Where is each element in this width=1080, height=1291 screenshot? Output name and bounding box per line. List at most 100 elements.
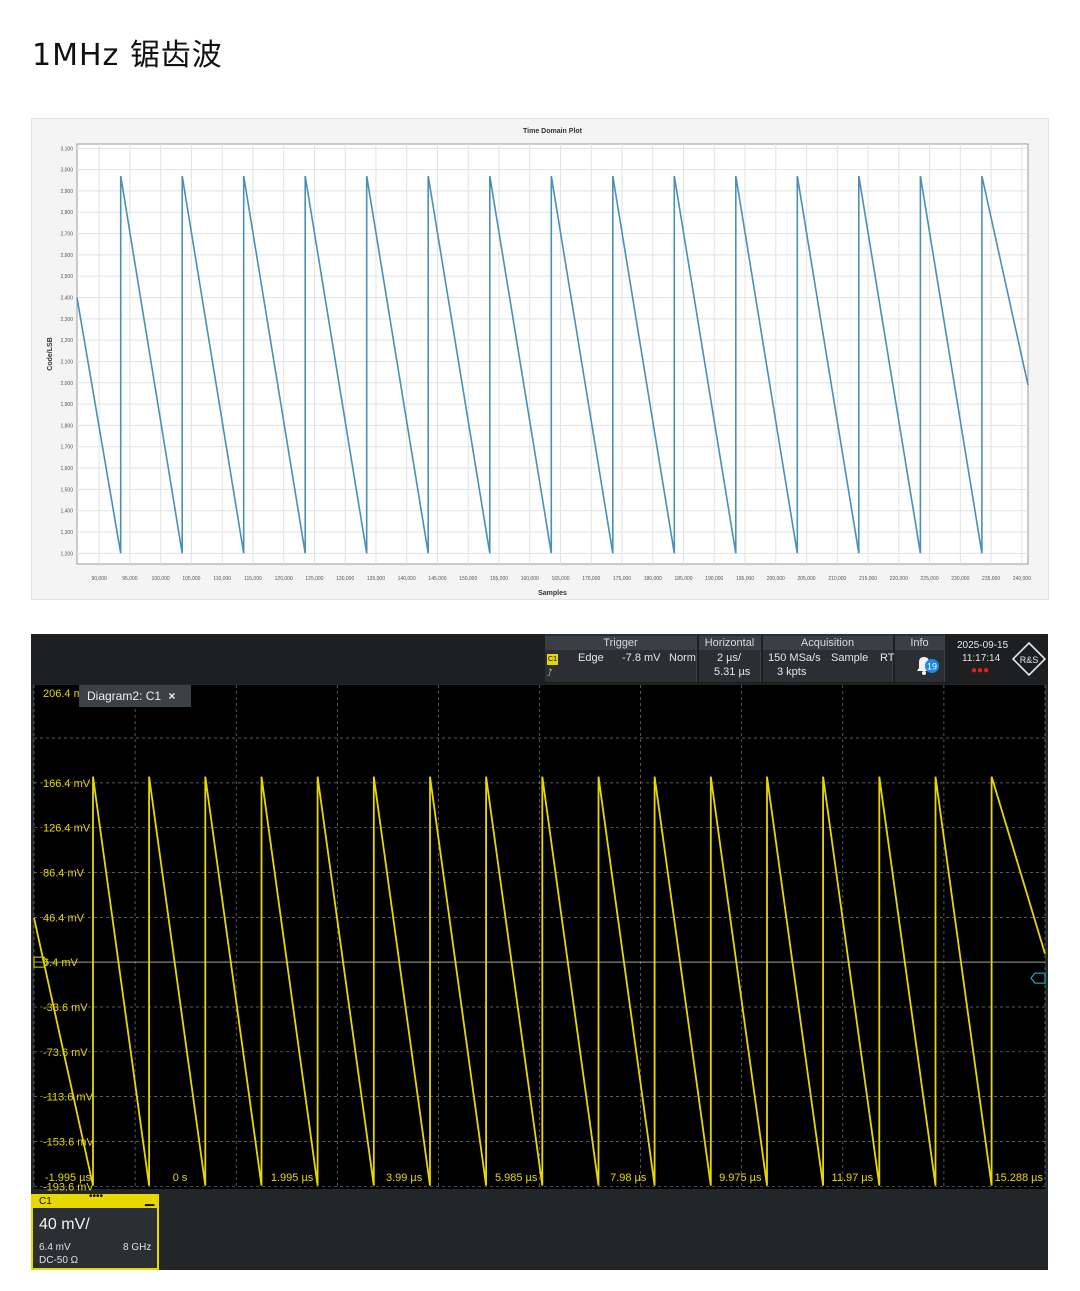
y-tick-label: 3,000 bbox=[60, 168, 73, 174]
x-tick-label: 205,000 bbox=[798, 576, 816, 582]
x-tick-label: 105,000 bbox=[182, 576, 200, 582]
y-tick-label: 1,700 bbox=[60, 445, 73, 451]
x-tick-label: 200,000 bbox=[767, 576, 785, 582]
x-tick-label: 175,000 bbox=[613, 576, 631, 582]
trigger-title: Trigger bbox=[545, 636, 696, 650]
y-tick-label: 6.4 mV bbox=[43, 957, 79, 969]
sample-rate: 150 MSa/s bbox=[768, 652, 821, 664]
acquisition-panel[interactable]: Acquisition 150 MSa/s Sample RT 3 kpts bbox=[763, 634, 895, 682]
x-tick-label: 7.98 µs bbox=[610, 1172, 647, 1184]
y-tick-label: 2,400 bbox=[60, 296, 73, 302]
x-axis-label: Samples bbox=[538, 590, 567, 597]
x-tick-label: 15.288 µs bbox=[994, 1172, 1043, 1184]
channel-offset: 6.4 mV bbox=[39, 1242, 71, 1253]
channel-c1-panel[interactable]: C1 •••• ▁ 40 mV/ 6.4 mV 8 GHz DC-50 Ω bbox=[31, 1191, 159, 1270]
x-tick-label: 0 s bbox=[173, 1172, 188, 1184]
y-tick-label: 2,200 bbox=[60, 338, 73, 344]
horizontal-panel[interactable]: Horizontal 2 µs/ 5.31 µs bbox=[699, 634, 761, 682]
rs-logo-text: R&S bbox=[1020, 655, 1039, 665]
x-tick-label: 235,000 bbox=[982, 576, 1000, 582]
channel-vertical-scale: 40 mV/ bbox=[39, 1216, 90, 1233]
channel-coupling: DC-50 Ω bbox=[39, 1255, 79, 1266]
x-tick-label: 130,000 bbox=[336, 576, 354, 582]
y-tick-label: 2,300 bbox=[60, 317, 73, 323]
chart-title: Time Domain Plot bbox=[523, 128, 583, 135]
x-tick-label: 170,000 bbox=[582, 576, 600, 582]
acquisition-rt: RT bbox=[880, 652, 895, 664]
time-domain-plot-svg: 90,000 95,000 100,000 105,000 110,000 115,000… bbox=[47, 128, 1031, 597]
y-tick-label: 166.4 mV bbox=[43, 778, 91, 790]
y-tick-label: -113.6 mV bbox=[43, 1092, 94, 1104]
y-tick-label: -33.6 mV bbox=[43, 1002, 88, 1014]
x-tick-label: 95,000 bbox=[122, 576, 138, 582]
y-tick-label: 1,600 bbox=[60, 466, 73, 472]
acquisition-title: Acquisition bbox=[763, 636, 892, 650]
y-tick-label: 2,000 bbox=[60, 381, 73, 387]
record-length: 3 kpts bbox=[777, 666, 807, 678]
x-tick-label: 210,000 bbox=[828, 576, 846, 582]
minimize-icon[interactable]: ▁ bbox=[145, 1192, 154, 1206]
x-tick-label: -1.995 µs bbox=[45, 1172, 92, 1184]
tab-diagram2[interactable]: Diagram2: C1 × bbox=[79, 685, 191, 707]
horizontal-position: 5.31 µs bbox=[714, 666, 751, 678]
y-tick-label: 86.4 mV bbox=[43, 868, 85, 880]
x-tick-label: 185,000 bbox=[674, 576, 692, 582]
x-tick-label: 9.975 µs bbox=[719, 1172, 762, 1184]
x-tick-label: 125,000 bbox=[305, 576, 323, 582]
x-tick-label: 225,000 bbox=[921, 576, 939, 582]
x-tick-label: 150,000 bbox=[459, 576, 477, 582]
x-tick-label: 135,000 bbox=[367, 576, 385, 582]
x-tick-label: 5.985 µs bbox=[495, 1172, 538, 1184]
y-tick-label: 2,500 bbox=[60, 274, 73, 280]
channel-bandwidth: 8 GHz bbox=[123, 1242, 152, 1253]
plot-area bbox=[76, 143, 1029, 565]
y-axis-label: Code/LSB bbox=[47, 337, 54, 370]
x-tick-label: 90,000 bbox=[91, 576, 107, 582]
x-tick-label: 215,000 bbox=[859, 576, 877, 582]
x-tick-label: 115,000 bbox=[244, 576, 262, 582]
y-tick-label: 2,700 bbox=[60, 232, 73, 238]
x-tick-label: 11.97 µs bbox=[832, 1172, 874, 1184]
scope-display-svg: 206.4 mV166.4 mV126.4 mV86.4 mV46.4 mV6.… bbox=[33, 685, 1046, 1193]
y-tick-label: 1,400 bbox=[60, 509, 73, 515]
x-tick-label: 140,000 bbox=[398, 576, 416, 582]
scope-time: 11:17:14 bbox=[962, 653, 1001, 664]
trigger-mode: Norm bbox=[669, 652, 696, 664]
diagram-tab-label: Diagram2: C1 bbox=[87, 689, 162, 703]
horizontal-title: Horizontal bbox=[699, 636, 760, 650]
x-tick-label: 155,000 bbox=[490, 576, 508, 582]
x-tick-label: 240,000 bbox=[1013, 576, 1031, 582]
x-tick-label: 145,000 bbox=[428, 576, 446, 582]
close-icon[interactable]: × bbox=[168, 689, 175, 703]
y-tick-label: 3,100 bbox=[60, 146, 73, 152]
x-tick-label: 120,000 bbox=[275, 576, 293, 582]
x-tick-label: 110,000 bbox=[213, 576, 231, 582]
y-tick-label: 46.4 mV bbox=[43, 912, 85, 924]
x-tick-label: 230,000 bbox=[951, 576, 969, 582]
rs-logo-icon: R&S bbox=[1012, 642, 1046, 676]
scope-date: 2025-09-15 bbox=[957, 640, 1009, 651]
x-tick-label: 165,000 bbox=[551, 576, 569, 582]
trigger-channel-badge: C1 bbox=[547, 654, 558, 665]
y-tick-label: 1,800 bbox=[60, 423, 73, 429]
y-tick-label: 2,800 bbox=[60, 210, 73, 216]
y-tick-label: 1,200 bbox=[60, 551, 73, 557]
y-tick-label: 1,900 bbox=[60, 402, 73, 408]
trigger-type: Edge bbox=[578, 652, 604, 664]
acquisition-mode: Sample bbox=[831, 652, 869, 664]
trigger-edge-icon: ⭜ bbox=[547, 668, 553, 679]
drag-handle-icon[interactable]: •••• bbox=[89, 1191, 103, 1202]
y-tick-label: 1,500 bbox=[60, 487, 73, 493]
x-tick-label: 180,000 bbox=[644, 576, 662, 582]
y-tick-label: 2,100 bbox=[60, 359, 73, 365]
y-tick-label: 1,300 bbox=[60, 530, 73, 536]
time-domain-plot: 90,000 95,000 100,000 105,000 110,000 115,000… bbox=[31, 118, 1049, 600]
y-tick-label: 2,900 bbox=[60, 189, 73, 195]
page-title: 1MHz 锯齿波 bbox=[32, 38, 223, 73]
trigger-panel[interactable]: Trigger C1 ⭜ Edge -7.8 mV Norm bbox=[545, 634, 697, 682]
y-tick-label: -153.6 mV bbox=[43, 1136, 94, 1148]
bell-icon[interactable]: 19 bbox=[914, 654, 940, 676]
y-tick-label: 126.4 mV bbox=[43, 823, 91, 835]
x-tick-label: 160,000 bbox=[521, 576, 539, 582]
info-title: Info bbox=[895, 636, 944, 650]
